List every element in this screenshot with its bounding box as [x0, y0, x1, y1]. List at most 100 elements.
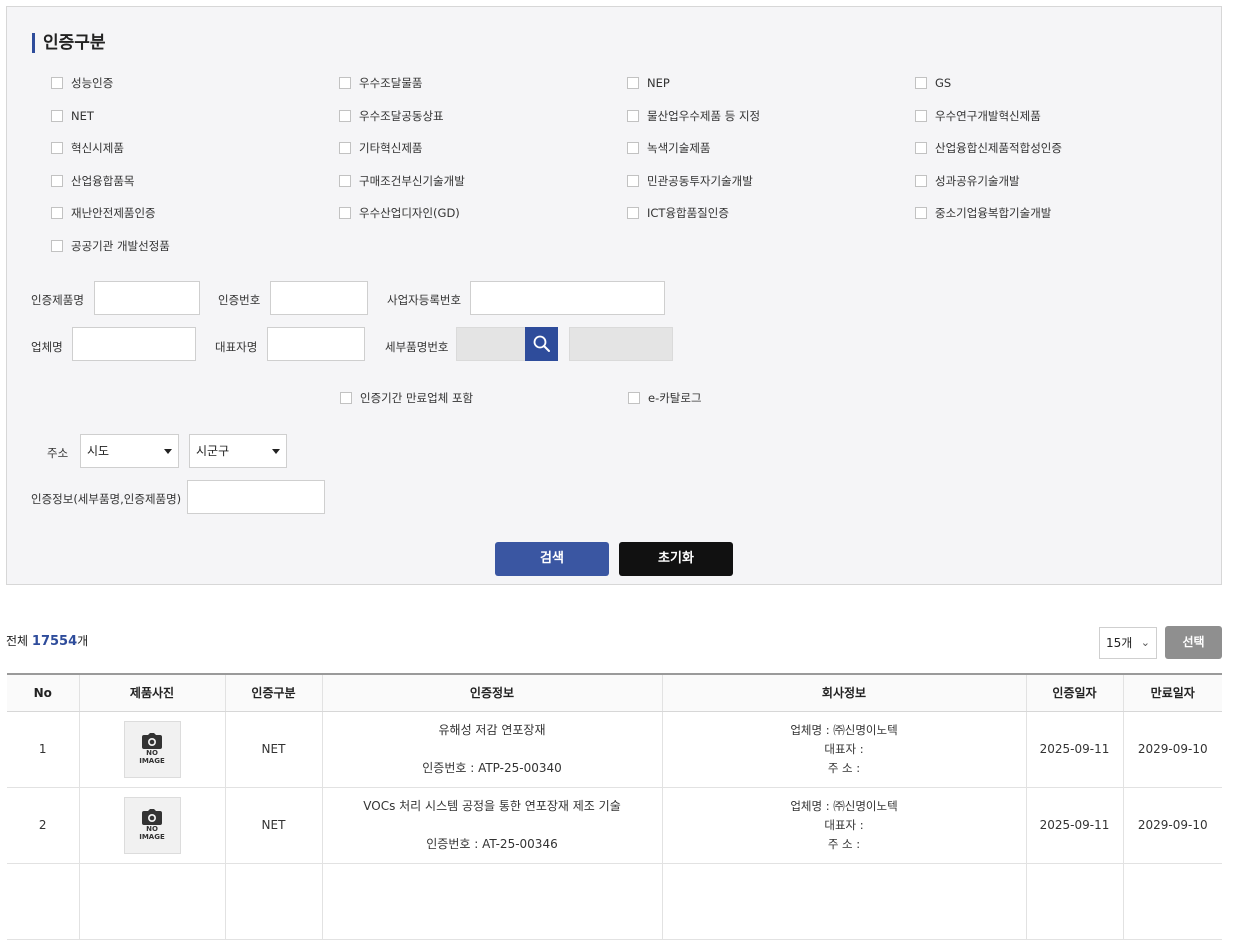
category-option[interactable]: NET — [51, 109, 339, 123]
category-option[interactable]: 우수조달물품 — [339, 75, 627, 91]
cert-info-label: 인증정보(세부품명,인증제품명) — [31, 492, 182, 506]
category-option[interactable]: 산업융합신제품적합성인증 — [915, 140, 1203, 156]
search-panel: 인증구분 성능인증 우수조달물품 NEP GS NET 우수조달공동상표 물산업… — [6, 6, 1222, 585]
checkbox[interactable] — [51, 109, 63, 122]
category-option[interactable]: 성능인증 — [51, 75, 339, 91]
address-label: 주소 — [47, 446, 69, 460]
checkbox-label: 중소기업융복합기술개발 — [935, 206, 1052, 221]
category-option[interactable]: 중소기업융복합기술개발 — [915, 205, 1203, 221]
ceo-input[interactable] — [267, 327, 365, 361]
column-header: 인증일자 — [1026, 674, 1124, 712]
checkbox[interactable] — [51, 207, 63, 220]
checkbox-label: 공공기관 개발선정품 — [71, 238, 170, 253]
camera-icon — [142, 733, 162, 749]
row-category: NET — [225, 787, 323, 864]
no-image-text: IMAGE — [139, 757, 165, 765]
per-page-value: 15개 — [1106, 636, 1133, 650]
checkbox[interactable] — [51, 239, 63, 252]
column-header: 인증구분 — [225, 674, 323, 712]
category-option[interactable]: 성과공유기술개발 — [915, 173, 1203, 189]
category-option[interactable]: 민관공동투자기술개발 — [627, 173, 915, 189]
checkbox[interactable] — [915, 77, 927, 90]
checkbox[interactable] — [915, 142, 927, 155]
search-button[interactable]: 검색 — [495, 542, 609, 576]
checkbox[interactable] — [915, 174, 927, 187]
product-name-input[interactable] — [94, 281, 200, 315]
checkbox[interactable] — [339, 142, 351, 155]
biz-reg-no-input[interactable] — [470, 281, 665, 315]
no-image-placeholder: NO IMAGE — [123, 796, 181, 854]
per-page-select[interactable]: 15개 ⌄ — [1099, 627, 1157, 659]
category-option[interactable]: 산업융합품목 — [51, 173, 339, 189]
table-row[interactable]: 1 NO IMAGE NET 유해성 저감 연포장재 인증번호 : ATP-25… — [7, 711, 1222, 788]
category-row: NET 우수조달공동상표 물산업우수제품 등 지정 우수연구개발혁신제품 — [51, 100, 1211, 133]
total-count-value: 17554 — [31, 634, 78, 649]
table-row[interactable] — [7, 863, 1222, 940]
detail-item-no-input[interactable] — [456, 327, 526, 361]
category-row: 혁신시제품 기타혁신제품 녹색기술제품 산업융합신제품적합성인증 — [51, 132, 1211, 165]
row-no — [7, 863, 80, 940]
checkbox-label: ICT융합품질인증 — [647, 206, 729, 221]
category-option[interactable]: 우수연구개발혁신제품 — [915, 108, 1203, 124]
cert-info-cell[interactable]: 유해성 저감 연포장재 인증번호 : ATP-25-00340 — [322, 711, 663, 788]
category-option[interactable]: 공공기관 개발선정품 — [51, 238, 339, 254]
item-search-button[interactable] — [525, 327, 558, 361]
category-option[interactable]: NEP — [627, 76, 915, 90]
section-title: 인증구분 — [32, 33, 106, 53]
checkbox-label: 재난안전제품인증 — [71, 206, 156, 221]
checkbox[interactable] — [339, 207, 351, 220]
row-no: 2 — [7, 787, 80, 864]
category-option[interactable]: GS — [915, 76, 1203, 90]
checkbox-label: 우수산업디자인(GD) — [359, 206, 460, 221]
cert-number: 인증번호 : AT-25-00346 — [426, 837, 558, 851]
sigungu-select[interactable]: 시군구 — [189, 434, 287, 468]
checkbox[interactable] — [915, 207, 927, 220]
category-option[interactable]: 우수조달공동상표 — [339, 108, 627, 124]
detail-item-name-display — [569, 327, 673, 361]
checkbox[interactable] — [339, 174, 351, 187]
checkbox[interactable] — [340, 392, 352, 404]
cert-date: 2025-09-11 — [1026, 787, 1124, 864]
cert-info-cell[interactable] — [322, 863, 663, 940]
checkbox[interactable] — [51, 174, 63, 187]
category-option[interactable]: 기타혁신제품 — [339, 140, 627, 156]
cert-no-input[interactable] — [270, 281, 368, 315]
expired-option[interactable]: 인증기간 만료업체 포함 — [340, 390, 473, 406]
checkbox[interactable] — [627, 207, 639, 220]
category-option[interactable]: 물산업우수제품 등 지정 — [627, 108, 915, 124]
checkbox[interactable] — [628, 392, 640, 404]
checkbox[interactable] — [627, 77, 639, 90]
checkbox[interactable] — [915, 109, 927, 122]
total-prefix: 전체 — [6, 634, 29, 648]
checkbox[interactable] — [627, 109, 639, 122]
cert-product-title[interactable]: VOCs 처리 시스템 공정을 통한 연포장재 제조 기술 — [323, 798, 662, 814]
checkbox[interactable] — [51, 77, 63, 90]
cert-info-input[interactable] — [187, 480, 325, 514]
sido-select-value: 시도 — [87, 444, 110, 458]
expire-date — [1123, 863, 1222, 940]
sido-select[interactable]: 시도 — [80, 434, 179, 468]
company-input[interactable] — [72, 327, 196, 361]
category-option[interactable]: 우수산업디자인(GD) — [339, 205, 627, 221]
checkbox[interactable] — [627, 174, 639, 187]
select-button[interactable]: 선택 — [1165, 626, 1222, 659]
category-option[interactable]: 혁신시제품 — [51, 140, 339, 156]
category-option[interactable]: ICT융합품질인증 — [627, 205, 915, 221]
checkbox[interactable] — [627, 142, 639, 155]
cert-info-cell[interactable]: VOCs 처리 시스템 공정을 통한 연포장재 제조 기술 인증번호 : AT-… — [322, 787, 663, 864]
checkbox[interactable] — [339, 77, 351, 90]
checkbox-label: 민관공동투자기술개발 — [647, 173, 753, 188]
cert-product-title[interactable]: 유해성 저감 연포장재 — [323, 722, 662, 738]
total-suffix: 개 — [77, 634, 89, 648]
category-option[interactable]: 구매조건부신기술개발 — [339, 173, 627, 189]
table-row[interactable]: 2 NO IMAGE NET VOCs 처리 시스템 공정을 통한 연포장재 제… — [7, 787, 1222, 864]
product-photo-cell: NO IMAGE — [79, 711, 226, 788]
ecatalog-option[interactable]: e-카탈로그 — [628, 390, 702, 406]
category-option[interactable]: 재난안전제품인증 — [51, 205, 339, 221]
category-option[interactable]: 녹색기술제품 — [627, 140, 915, 156]
checkbox-label: 혁신시제품 — [71, 141, 124, 156]
reset-button[interactable]: 초기화 — [619, 542, 733, 576]
checkbox[interactable] — [339, 109, 351, 122]
checkbox-label: 구매조건부신기술개발 — [359, 173, 465, 188]
checkbox[interactable] — [51, 142, 63, 155]
